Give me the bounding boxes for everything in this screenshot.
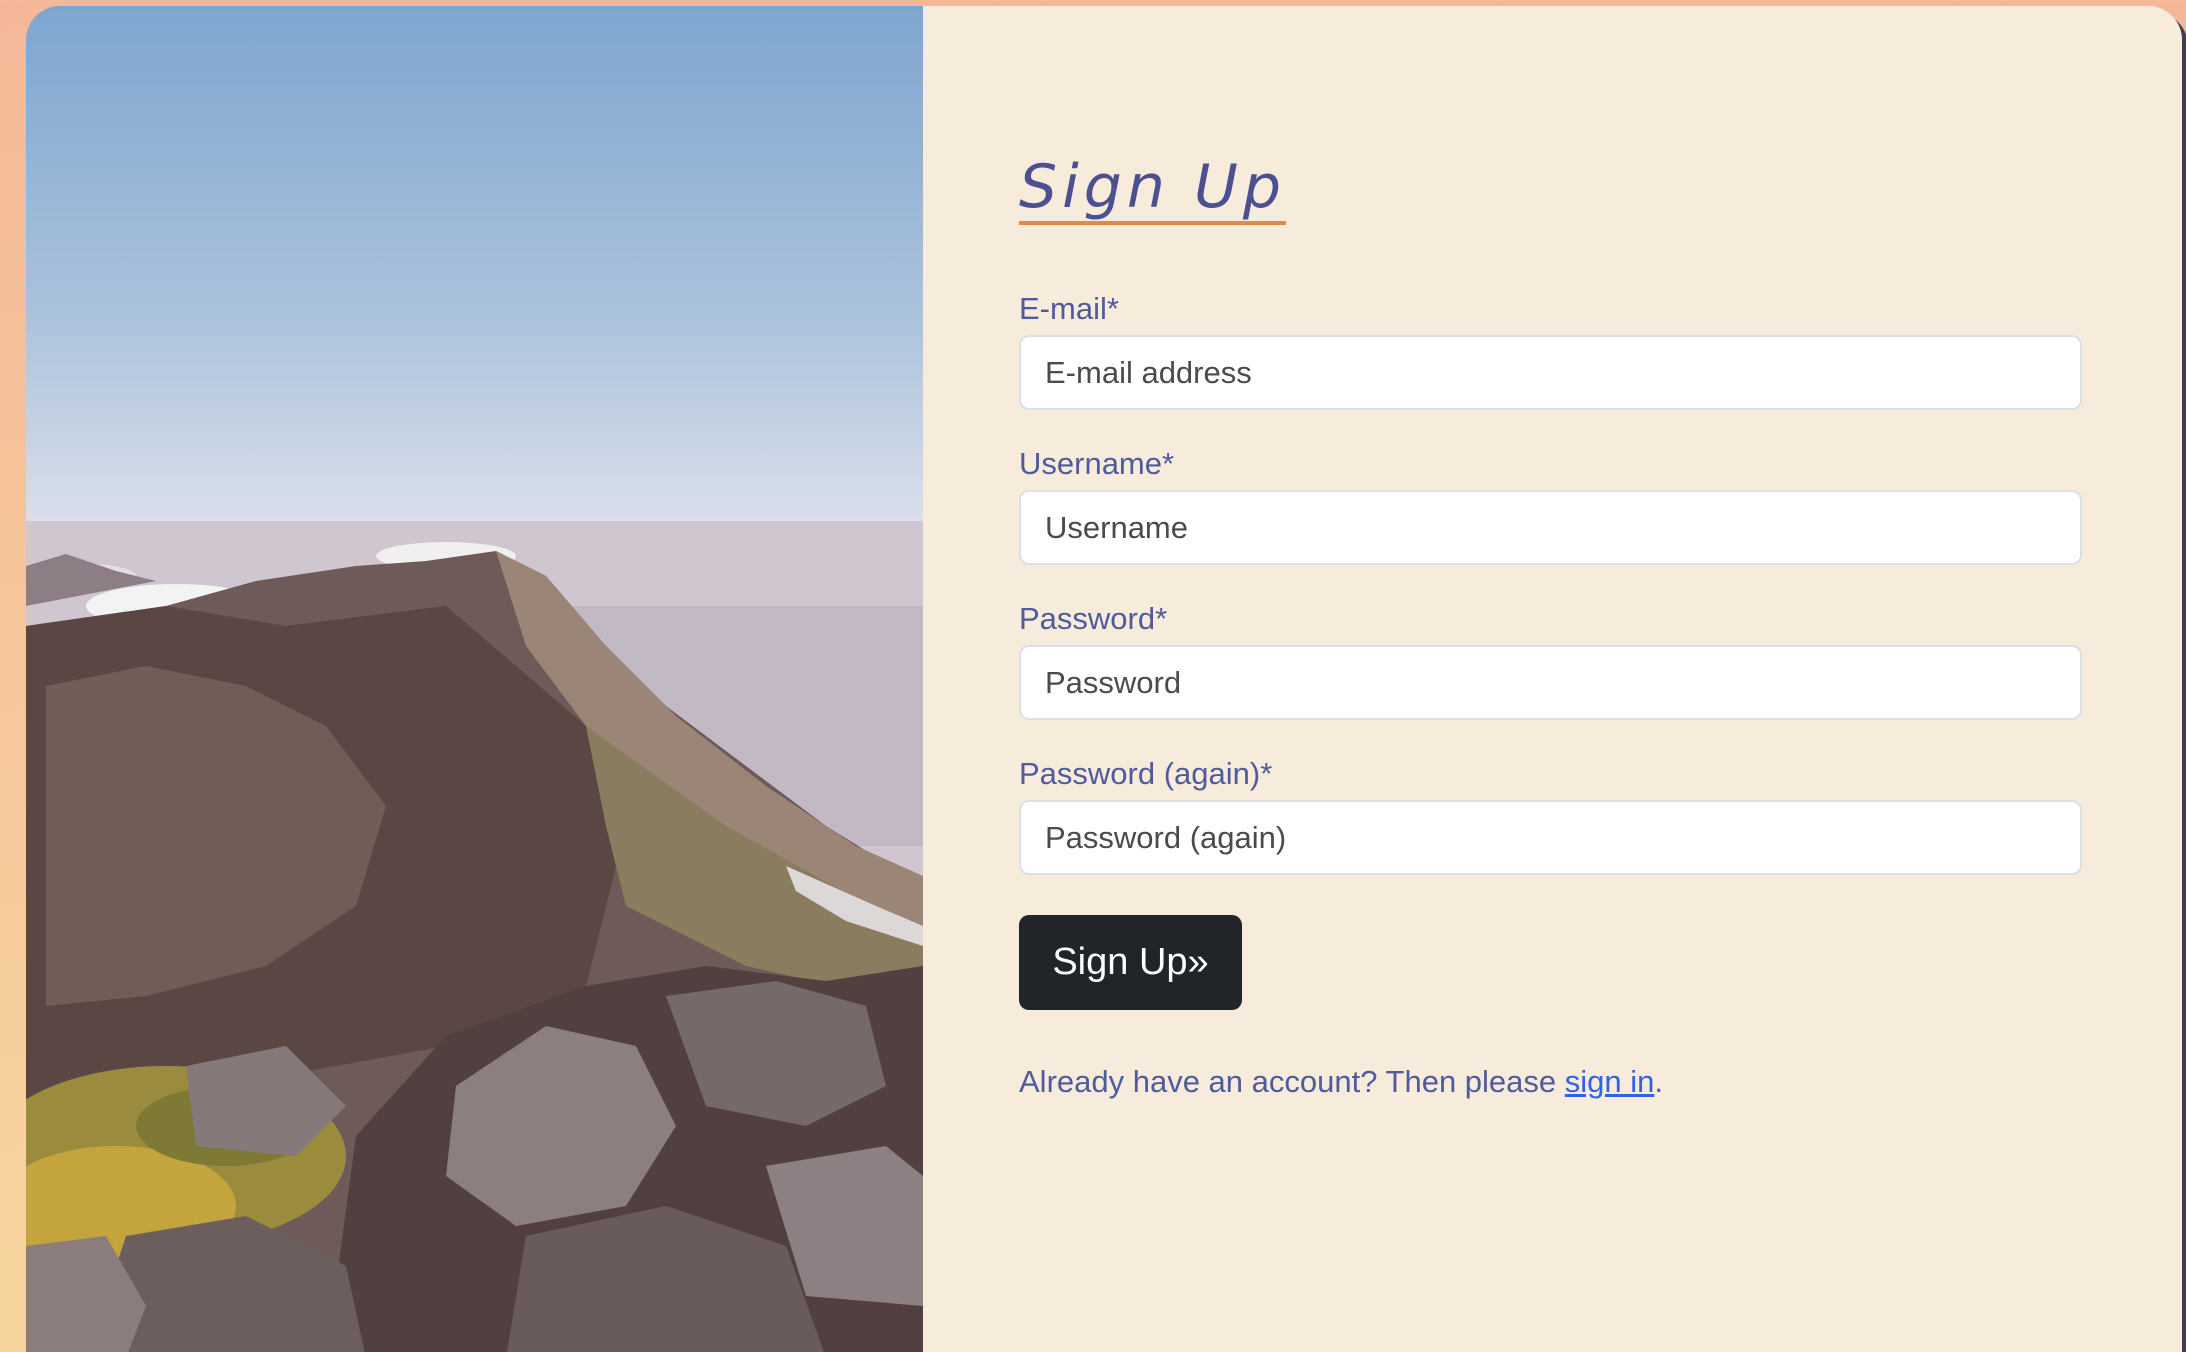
email-field-group: E-mail* <box>1019 291 2182 410</box>
signup-card: Sign Up E-mail* Username* Password* Pass… <box>26 6 2182 1352</box>
password-label: Password* <box>1019 601 1168 636</box>
username-input[interactable] <box>1019 490 2082 565</box>
email-input[interactable] <box>1019 335 2082 410</box>
sign-in-prompt-text: Already have an account? Then please <box>1019 1064 1565 1099</box>
landscape-photo <box>26 6 923 1352</box>
sign-up-button[interactable]: Sign Up» <box>1019 915 1242 1010</box>
password-again-field-group: Password (again)* <box>1019 756 2182 875</box>
email-label: E-mail* <box>1019 291 1119 326</box>
username-label: Username* <box>1019 446 1175 481</box>
page-title: Sign Up <box>1019 156 1286 225</box>
sign-in-prompt-period: . <box>1654 1064 1663 1099</box>
username-field-group: Username* <box>1019 446 2182 565</box>
sign-in-link[interactable]: sign in <box>1565 1064 1655 1099</box>
password-input[interactable] <box>1019 645 2082 720</box>
password-again-input[interactable] <box>1019 800 2082 875</box>
sign-in-prompt: Already have an account? Then please sig… <box>1019 1064 2182 1100</box>
signup-form-panel: Sign Up E-mail* Username* Password* Pass… <box>923 6 2182 1352</box>
mountain-coast-illustration <box>26 521 923 1352</box>
password-field-group: Password* <box>1019 601 2182 720</box>
password-again-label: Password (again)* <box>1019 756 1273 791</box>
